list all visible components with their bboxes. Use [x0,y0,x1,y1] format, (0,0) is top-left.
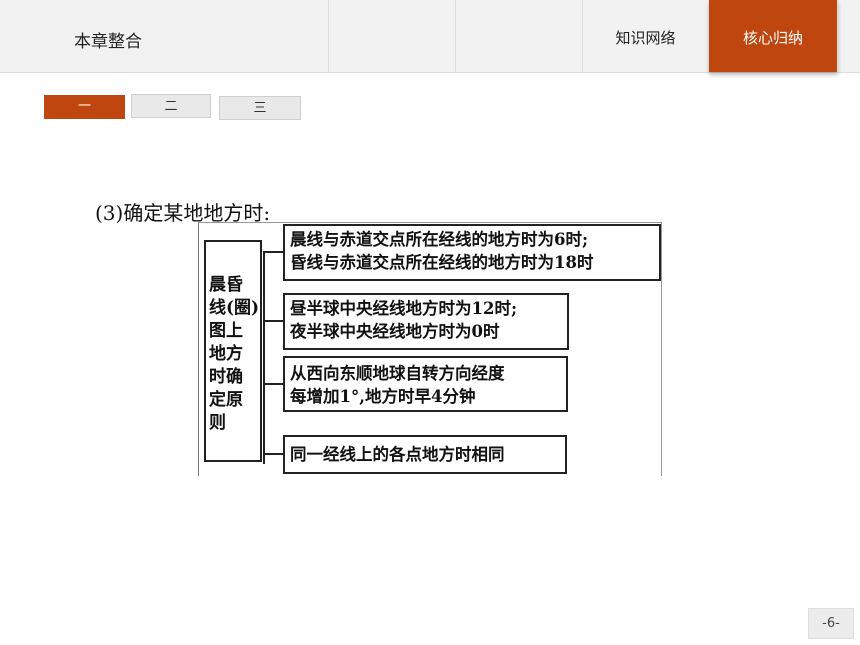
nav-tab-core-summary[interactable]: 核心归纳 [709,0,838,72]
rule-line: 每增加1°,地方时早4分钟 [290,387,476,406]
rule-box-longitude-difference: 从西向东顺地球自转方向经度 每增加1°,地方时早4分钟 [283,356,568,412]
rule-line: 昏线与赤道交点所在经线的地方时为18时 [290,253,594,272]
rule-box-same-meridian: 同一经线上的各点地方时相同 [283,435,567,474]
root-line: 则 [209,413,226,433]
diagram-frame [198,222,199,476]
rule-line: 晨线与赤道交点所在经线的地方时为6时; [290,230,589,249]
connector-line [263,320,283,322]
connector-line [263,453,283,455]
root-line: 时确 [209,367,243,387]
root-line: 定原 [209,390,243,410]
title-cell: 本章整合 [0,0,329,72]
page-number: -6- [808,608,854,639]
subtab-3[interactable]: 三 [219,96,301,120]
connector-line [263,251,265,464]
root-line: 图上 [209,321,243,341]
rule-box-central-meridian: 昼半球中央经线地方时为12时; 夜半球中央经线地方时为0时 [283,293,569,350]
header-spacer [328,0,456,72]
rule-line: 夜半球中央经线地方时为0时 [290,322,500,341]
root-line: 线(圈) [209,298,260,318]
chapter-title: 本章整合 [74,32,142,52]
diagram-root-box: 晨昏 线(圈) 图上 地方 时确 定原 则 [204,240,262,462]
local-time-rules-diagram: 晨昏 线(圈) 图上 地方 时确 定原 则 晨线与赤道交点所在经线的地方时为6时… [198,222,664,478]
connector-line [263,383,283,385]
rule-box-terminator: 晨线与赤道交点所在经线的地方时为6时; 昏线与赤道交点所在经线的地方时为18时 [283,224,661,281]
diagram-frame [198,222,662,223]
rule-line: 昼半球中央经线地方时为12时; [290,299,518,318]
connector-line [263,251,283,253]
root-line: 晨昏 [209,275,243,295]
top-header: 本章整合 知识网络 核心归纳 [0,0,860,73]
nav-tab-label: 核心归纳 [742,29,803,47]
rule-line: 同一经线上的各点地方时相同 [290,445,505,464]
rule-line: 从西向东顺地球自转方向经度 [290,364,505,383]
nav-tab-label: 知识网络 [615,29,676,47]
subtab-1[interactable]: 一 [44,95,125,119]
header-spacer [455,0,583,72]
subtab-2[interactable]: 二 [131,94,211,118]
nav-tab-knowledge-network[interactable]: 知识网络 [582,0,710,72]
diagram-frame [661,222,662,476]
root-line: 地方 [209,344,243,364]
